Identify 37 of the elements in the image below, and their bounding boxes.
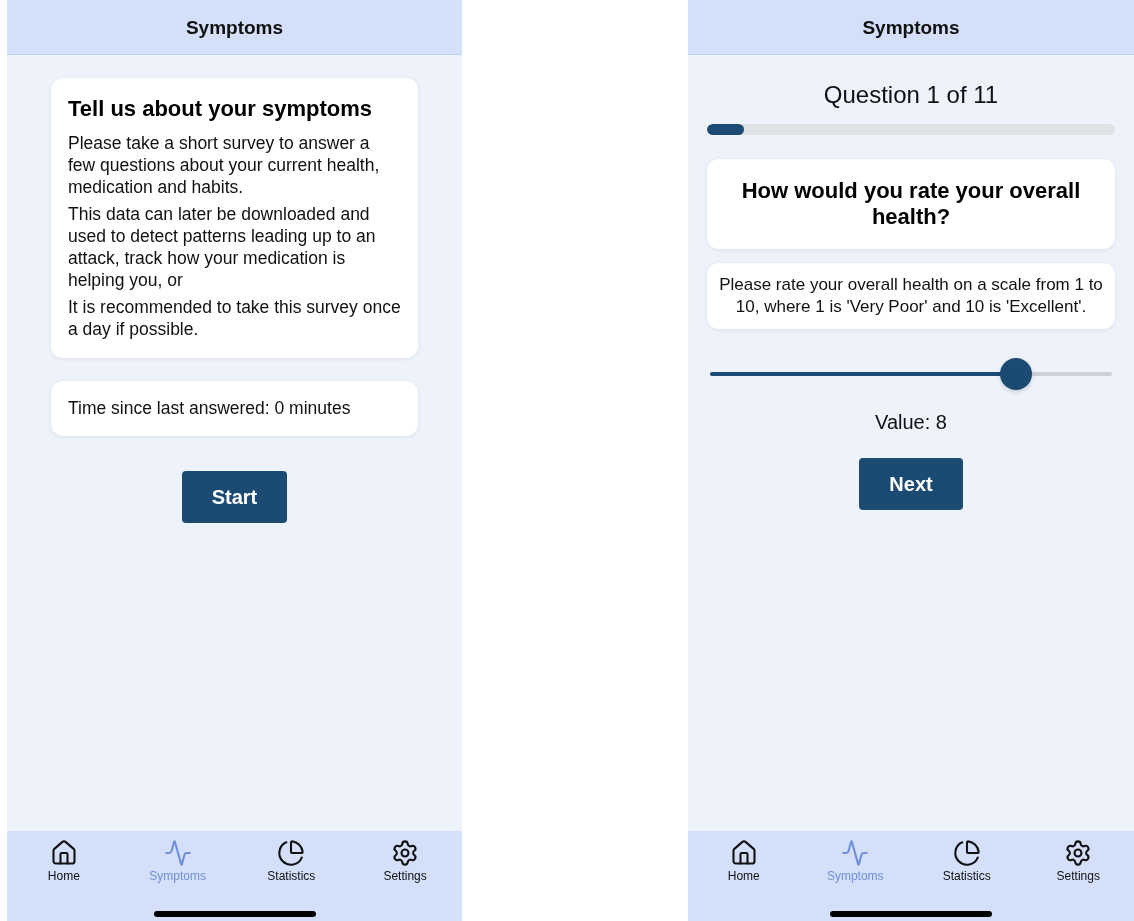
tab-item[interactable]: Home <box>7 839 121 883</box>
card-paragraph: This data can later be downloaded and used to detect patterns leading up to an attack, track how your medication is helping you, or <box>68 203 377 291</box>
card-title: Tell us about your symptoms <box>68 96 373 122</box>
tab-label: Home <box>47 869 80 883</box>
home-icon <box>729 839 758 867</box>
tab-item[interactable]: Settings <box>1022 839 1134 883</box>
tab-label: Statistics <box>267 869 316 883</box>
question-counter: Question 1 of 11 <box>823 81 999 109</box>
slider-thumb[interactable] <box>999 358 1032 390</box>
question-card: How would you rate your overall health? <box>707 159 1115 249</box>
card-paragraph: Please take a short survey to answer a few questions about your current health, medication and habits. <box>68 132 381 198</box>
tab-label: Symptoms <box>826 869 884 883</box>
settings-icon <box>391 839 420 867</box>
start-button[interactable]: Start <box>181 471 288 523</box>
pulse-icon <box>163 839 192 867</box>
header-title: Symptoms <box>688 0 1134 55</box>
header-title: Symptoms <box>7 0 462 55</box>
pulse-icon <box>841 839 870 867</box>
tab-label: Home <box>727 869 760 883</box>
pie-chart-icon <box>952 839 981 867</box>
tab-label: Settings <box>1056 869 1100 883</box>
tab-label: Settings <box>383 869 427 883</box>
tab-label: Statistics <box>942 869 991 883</box>
tab-item[interactable]: Settings <box>348 839 462 883</box>
slider-track[interactable] <box>710 372 1112 376</box>
home-icon <box>49 839 78 867</box>
next-button[interactable]: Next <box>859 458 963 510</box>
description-card: Please rate your overall health on a scale from 1 to 10, where 1 is 'Very Poor' and 10 is 'Excellent'. <box>707 263 1115 329</box>
tab-item[interactable]: Home <box>688 839 800 883</box>
tab-item[interactable]: Statistics <box>911 839 1023 883</box>
value-label: Value: 8 <box>875 411 947 434</box>
settings-icon <box>1064 839 1093 867</box>
status-card: Time since last answered: 0 minutes <box>51 381 418 436</box>
tab-item[interactable]: Statistics <box>234 839 349 883</box>
tab-label: Symptoms <box>149 869 206 883</box>
pie-chart-icon <box>277 839 306 867</box>
card-paragraph: It is recommended to take this survey once a day if possible. <box>68 296 401 340</box>
